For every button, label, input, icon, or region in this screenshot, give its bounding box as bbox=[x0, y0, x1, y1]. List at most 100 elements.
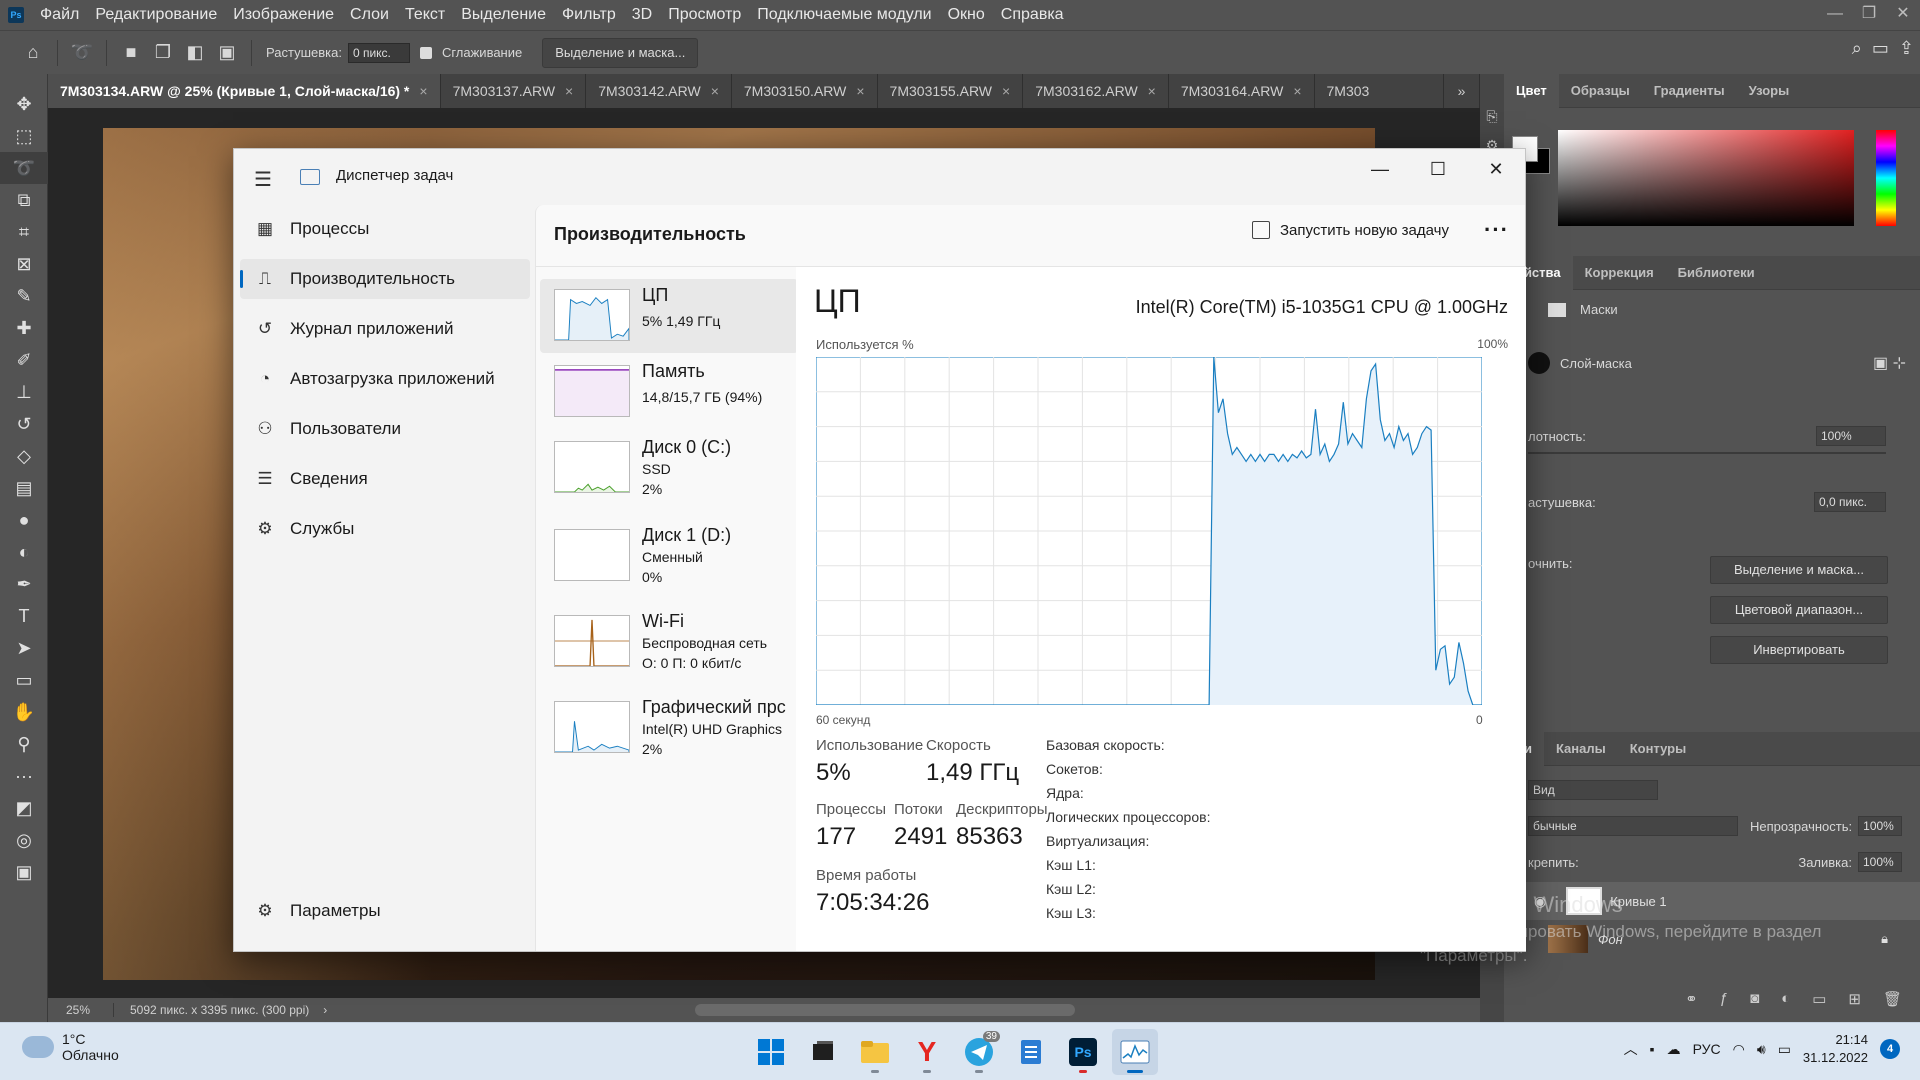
nav-services[interactable]: ⚙ Службы bbox=[240, 509, 530, 549]
status-menu-icon[interactable]: › bbox=[323, 1003, 327, 1017]
telegram-button[interactable]: 39 bbox=[956, 1029, 1002, 1075]
layer-style-icon[interactable]: ƒ bbox=[1720, 990, 1728, 1016]
object-select-tool-icon[interactable]: ⧉ bbox=[0, 184, 48, 216]
task-manager-button[interactable] bbox=[1112, 1029, 1158, 1075]
layer-kind-select[interactable]: Вид bbox=[1528, 780, 1658, 800]
hamburger-menu-icon[interactable]: ☰ bbox=[254, 167, 274, 192]
panel-feather-input[interactable]: 0,0 пикс. bbox=[1814, 492, 1886, 512]
gradient-tool-icon[interactable]: ▤ bbox=[0, 472, 48, 504]
file-explorer-button[interactable] bbox=[852, 1029, 898, 1075]
add-mask-icon[interactable]: ◙ bbox=[1750, 990, 1759, 1016]
search-icon[interactable]: ⌕ bbox=[1852, 38, 1862, 59]
menu-edit[interactable]: Редактирование bbox=[87, 0, 225, 30]
photoshop-button[interactable]: Ps bbox=[1060, 1029, 1106, 1075]
nav-processes[interactable]: ▦ Процессы bbox=[240, 209, 530, 249]
lasso-icon[interactable]: ➰ bbox=[69, 40, 95, 66]
tab-paths[interactable]: Контуры bbox=[1618, 732, 1699, 766]
menu-file[interactable]: Файл bbox=[32, 0, 87, 30]
close-icon[interactable]: × bbox=[711, 83, 719, 99]
zoom-tool-icon[interactable]: ⚲ bbox=[0, 728, 48, 760]
nav-settings[interactable]: ⚙ Параметры bbox=[240, 891, 530, 931]
doc-tab[interactable]: 7M303164.ARW × bbox=[1168, 74, 1315, 108]
resource-memory[interactable]: Память 14,8/15,7 ГБ (94%) bbox=[540, 355, 798, 429]
menu-layers[interactable]: Слои bbox=[342, 0, 397, 30]
blend-mode-select[interactable]: бычные bbox=[1528, 816, 1738, 836]
doc-tab[interactable]: 7M303134.ARW @ 25% (Кривые 1, Слой-маска… bbox=[48, 74, 441, 108]
usb-device-icon[interactable]: ▪ bbox=[1650, 1041, 1655, 1057]
pen-tool-icon[interactable]: ✒ bbox=[0, 568, 48, 600]
link-layers-icon[interactable]: ⚭ bbox=[1685, 990, 1698, 1016]
frame-tool-icon[interactable]: ⊠ bbox=[0, 248, 48, 280]
close-icon[interactable]: × bbox=[1293, 83, 1301, 99]
doc-tab[interactable]: 7M303142.ARW × bbox=[586, 74, 732, 108]
select-and-mask-button[interactable]: Выделение и маска... bbox=[542, 37, 699, 68]
new-layer-icon[interactable]: ⊞ bbox=[1848, 990, 1861, 1016]
doc-tab[interactable]: 7M303150.ARW × bbox=[731, 74, 878, 108]
zoom-level[interactable]: 25% bbox=[48, 1003, 114, 1017]
stamp-tool-icon[interactable]: ⊥ bbox=[0, 376, 48, 408]
notification-badge[interactable]: 4 bbox=[1880, 1039, 1900, 1059]
adjustment-layer-icon[interactable]: ◐ bbox=[1781, 990, 1790, 1016]
color-range-button[interactable]: Цветовой диапазон... bbox=[1710, 596, 1888, 624]
close-icon[interactable]: × bbox=[565, 83, 573, 99]
marquee-tool-icon[interactable]: ⬚ bbox=[0, 120, 48, 152]
tab-swatches[interactable]: Образцы bbox=[1559, 74, 1642, 108]
language-indicator[interactable]: РУС bbox=[1693, 1041, 1721, 1057]
close-icon[interactable]: ✕ bbox=[1886, 0, 1920, 30]
layer-mask-thumbnail[interactable] bbox=[1528, 352, 1550, 374]
opacity-input[interactable]: 100% bbox=[1858, 816, 1903, 836]
quick-mask-icon[interactable]: ◎ bbox=[0, 824, 48, 856]
chevron-up-icon[interactable]: ︿ bbox=[1624, 1039, 1638, 1059]
crop-tool-icon[interactable]: ⌗ bbox=[0, 216, 48, 248]
tab-gradients[interactable]: Градиенты bbox=[1642, 74, 1737, 108]
tabs-overflow-icon[interactable]: » bbox=[1444, 74, 1480, 108]
hue-slider[interactable] bbox=[1876, 130, 1896, 226]
eraser-tool-icon[interactable]: ◇ bbox=[0, 440, 48, 472]
antialias-checkbox[interactable] bbox=[419, 46, 432, 59]
delete-layer-icon[interactable]: 🗑︎ bbox=[1883, 990, 1902, 1016]
tab-patterns[interactable]: Узоры bbox=[1737, 74, 1802, 108]
tab-adjustments[interactable]: Коррекция bbox=[1573, 256, 1666, 290]
close-icon[interactable]: × bbox=[419, 83, 427, 99]
history-brush-icon[interactable]: ↺ bbox=[0, 408, 48, 440]
doc-tab[interactable]: 7M303137.ARW × bbox=[440, 74, 587, 108]
restore-icon[interactable]: ❐ bbox=[1852, 0, 1886, 30]
maximize-icon[interactable]: ☐ bbox=[1409, 149, 1467, 189]
doc-tab[interactable]: 7M303 bbox=[1314, 74, 1444, 108]
color-picker-field[interactable] bbox=[1558, 130, 1854, 226]
apply-mask-icon[interactable]: ▣ ⊹ bbox=[1873, 353, 1906, 373]
invert-button[interactable]: Инвертировать bbox=[1710, 636, 1888, 664]
new-group-icon[interactable]: ▭ bbox=[1812, 990, 1826, 1016]
hand-tool-icon[interactable]: ✋ bbox=[0, 696, 48, 728]
feather-input[interactable]: 0 пикс. bbox=[347, 42, 410, 63]
healing-tool-icon[interactable]: ✚ bbox=[0, 312, 48, 344]
dodge-tool-icon[interactable]: ◐ bbox=[0, 536, 48, 568]
weather-widget[interactable]: 1°C Облачно bbox=[22, 1031, 119, 1063]
share-icon[interactable]: ⇪ bbox=[1899, 38, 1914, 59]
workspace-icon[interactable]: ▭ bbox=[1872, 38, 1889, 59]
resource-disk0[interactable]: Диск 0 (C:) SSD 2% bbox=[540, 431, 798, 505]
nav-users[interactable]: ⚇ Пользователи bbox=[240, 409, 530, 449]
wifi-icon[interactable]: ◠ bbox=[1733, 1041, 1745, 1058]
fill-input[interactable]: 100% bbox=[1858, 852, 1902, 872]
onedrive-cloud-icon[interactable]: ☁ bbox=[1667, 1041, 1681, 1058]
density-slider[interactable] bbox=[1528, 452, 1886, 454]
tab-color[interactable]: Цвет bbox=[1504, 73, 1559, 108]
home-icon[interactable]: ⌂ bbox=[20, 40, 46, 66]
lasso-tool-icon[interactable]: ➰ bbox=[0, 152, 48, 184]
intersect-selection-icon[interactable]: ▣ bbox=[214, 40, 240, 66]
doc-tab[interactable]: 7M303155.ARW × bbox=[877, 74, 1024, 108]
eyedropper-tool-icon[interactable]: ✎ bbox=[0, 280, 48, 312]
horizontal-scrollbar[interactable] bbox=[695, 1004, 1075, 1016]
type-tool-icon[interactable]: T bbox=[0, 600, 48, 632]
close-icon[interactable]: × bbox=[856, 83, 864, 99]
path-select-tool-icon[interactable]: ➤ bbox=[0, 632, 48, 664]
minimize-icon[interactable]: — bbox=[1351, 149, 1409, 189]
nav-details[interactable]: ☰ Сведения bbox=[240, 459, 530, 499]
menu-image[interactable]: Изображение bbox=[225, 0, 342, 30]
nav-app-history[interactable]: ↺ Журнал приложений bbox=[240, 309, 530, 349]
resource-gpu[interactable]: Графический прс Intel(R) UHD Graphics 2% bbox=[540, 691, 798, 765]
menu-text[interactable]: Текст bbox=[397, 0, 453, 30]
minimize-icon[interactable]: — bbox=[1818, 0, 1852, 30]
menu-3d[interactable]: 3D bbox=[624, 0, 660, 30]
